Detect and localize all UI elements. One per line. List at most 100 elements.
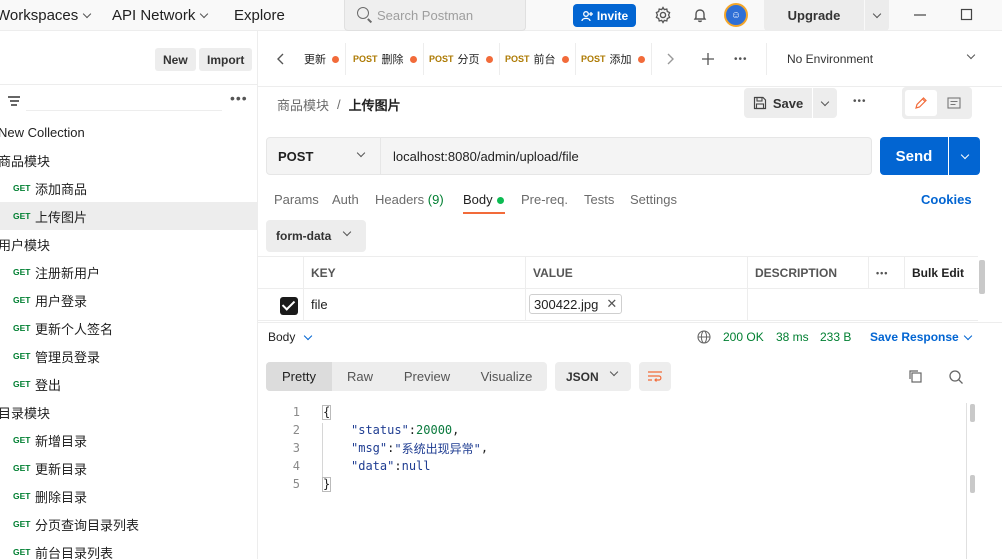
maximize-button[interactable] <box>960 8 974 22</box>
new-tab-button[interactable] <box>695 43 721 75</box>
request-item[interactable]: GET 前台目录列表 <box>0 538 257 559</box>
request-label: 更新个人签名 <box>35 321 114 337</box>
tab-prereq[interactable]: Pre-req. <box>521 192 568 207</box>
upgrade-button[interactable]: Upgrade <box>764 0 864 31</box>
row-enabled-checkbox[interactable] <box>280 297 298 315</box>
format-raw-button[interactable]: Raw <box>332 362 388 391</box>
send-menu-button[interactable] <box>949 137 980 175</box>
filter-input[interactable] <box>26 87 222 111</box>
table-row-key[interactable]: file <box>303 289 525 321</box>
language-label: JSON <box>566 369 599 384</box>
request-method: GET <box>13 435 31 445</box>
format-preview-button[interactable]: Preview <box>388 362 466 391</box>
request-item[interactable]: GET 添加商品 <box>0 174 257 202</box>
request-more-button[interactable]: ••• <box>853 96 867 107</box>
environment-select[interactable]: No Environment <box>766 43 1002 75</box>
response-size[interactable]: 233 B <box>820 330 851 344</box>
request-item[interactable]: GET 管理员登录 <box>0 342 257 370</box>
collection-item[interactable]: New Collection <box>0 118 257 146</box>
method-select[interactable]: POST <box>266 137 381 175</box>
format-visualize-button[interactable]: Visualize <box>466 362 547 391</box>
explore-link[interactable]: Explore <box>234 7 285 24</box>
table-row-description[interactable] <box>747 289 978 321</box>
request-item[interactable]: GET 注册新用户 <box>0 258 257 286</box>
status-code[interactable]: 200 OK <box>723 330 764 344</box>
import-button[interactable]: Import <box>199 48 253 71</box>
request-item[interactable]: GET 分页查询目录列表 <box>0 510 257 538</box>
request-tab[interactable]: POST 删除 <box>347 43 424 75</box>
code-scrollbar[interactable] <box>970 404 975 422</box>
wrap-lines-button[interactable] <box>639 362 671 391</box>
new-button[interactable]: New <box>155 48 196 71</box>
request-item[interactable]: GET 用户登录 <box>0 286 257 314</box>
docs-view-button[interactable] <box>938 90 970 116</box>
copy-icon[interactable] <box>908 369 923 384</box>
request-item[interactable]: GET 删除目录 <box>0 482 257 510</box>
request-tab-active[interactable]: POST 添加 <box>575 43 652 75</box>
remove-file-icon[interactable]: ✕ <box>606 296 617 312</box>
more-icon[interactable]: ••• <box>230 90 248 106</box>
folder-item[interactable]: 目录模块 <box>0 398 257 426</box>
save-menu-button[interactable] <box>813 88 837 118</box>
tab-headers[interactable]: Headers (9) <box>375 192 444 207</box>
request-tab[interactable]: POST 前台 <box>499 43 576 75</box>
scroll-tabs-right-button[interactable] <box>659 43 681 75</box>
request-tab[interactable]: 更新 <box>298 43 346 75</box>
chevron-right-icon <box>667 53 674 65</box>
globe-icon[interactable] <box>697 330 711 344</box>
format-pretty-button[interactable]: Pretty <box>266 362 332 391</box>
file-chip[interactable]: 300422.jpg ✕ <box>529 294 623 314</box>
request-item[interactable]: GET 登出 <box>0 370 257 398</box>
cookies-link[interactable]: Cookies <box>921 192 972 207</box>
send-button[interactable]: Send <box>880 137 948 175</box>
tab-body[interactable]: Body <box>463 192 504 207</box>
api-network-menu[interactable]: API Network <box>112 7 209 24</box>
invite-button[interactable]: Invite <box>573 4 636 27</box>
breadcrumb-parent[interactable]: 商品模块 <box>277 95 329 114</box>
request-label: 前台目录列表 <box>35 545 114 559</box>
bulk-edit-button[interactable]: Bulk Edit <box>904 256 978 289</box>
response-body-select[interactable]: Body <box>268 330 313 344</box>
request-item[interactable]: GET 上传图片 <box>0 202 257 230</box>
json-colon: : <box>387 441 395 455</box>
breadcrumb: 商品模块 / 上传图片 <box>277 95 401 114</box>
tab-headers-label: Headers <box>375 192 425 207</box>
minimize-button[interactable] <box>913 8 927 22</box>
search-input[interactable]: Search Postman <box>344 0 526 31</box>
response-time[interactable]: 38 ms <box>776 330 809 344</box>
tab-auth[interactable]: Auth <box>332 192 359 207</box>
request-method: GET <box>13 351 31 361</box>
search-icon[interactable] <box>948 369 964 385</box>
save-button[interactable]: Save <box>744 88 812 118</box>
folder-item[interactable]: 用户模块 <box>0 230 257 258</box>
request-item[interactable]: GET 更新目录 <box>0 454 257 482</box>
body-mode-select[interactable]: form-data <box>266 220 366 252</box>
request-item[interactable]: GET 更新个人签名 <box>0 314 257 342</box>
request-label: 分页查询目录列表 <box>35 517 140 533</box>
language-select[interactable]: JSON <box>555 362 631 391</box>
workspaces-menu[interactable]: Workspaces <box>0 7 92 24</box>
more-icon: ••• <box>876 267 889 278</box>
settings-button[interactable] <box>653 5 673 25</box>
table-header-checkbox <box>258 256 303 289</box>
unsaved-dot-icon <box>332 55 339 63</box>
url-input[interactable]: localhost:8080/admin/upload/file <box>381 137 872 175</box>
tab-tests[interactable]: Tests <box>584 192 614 207</box>
notifications-button[interactable] <box>690 5 710 25</box>
avatar[interactable]: ☺ <box>724 3 748 27</box>
tab-settings[interactable]: Settings <box>630 192 677 207</box>
request-item[interactable]: GET 新增目录 <box>0 426 257 454</box>
edit-view-button[interactable] <box>905 90 937 116</box>
request-tab[interactable]: POST 分页 <box>423 43 500 75</box>
scroll-tabs-left-button[interactable] <box>270 43 292 75</box>
code-scrollbar-marker <box>970 475 975 493</box>
table-more-button[interactable]: ••• <box>868 256 904 289</box>
upgrade-menu-button[interactable] <box>865 0 889 31</box>
tab-params[interactable]: Params <box>274 192 319 207</box>
table-scrollbar[interactable] <box>979 260 985 294</box>
tabs-more-button[interactable]: ••• <box>728 43 754 75</box>
folder-item[interactable]: 商品模块 <box>0 146 257 174</box>
filter-icon[interactable] <box>8 96 20 106</box>
breadcrumb-current[interactable]: 上传图片 <box>349 95 401 114</box>
save-response-button[interactable]: Save Response <box>870 330 972 344</box>
